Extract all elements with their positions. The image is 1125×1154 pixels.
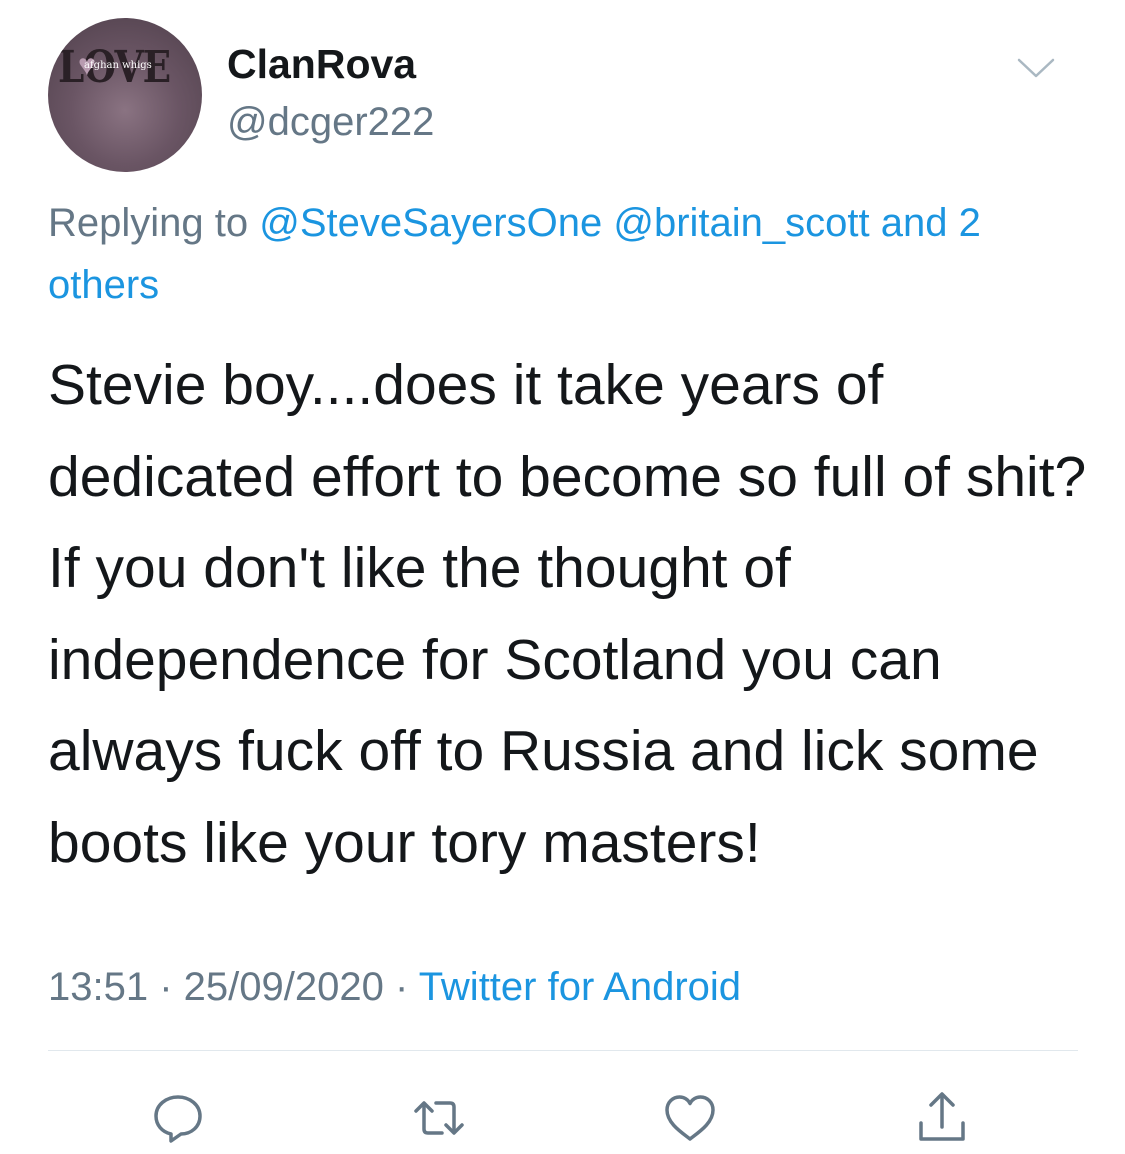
tweet-text: Stevie boy....does it take years of dedi…	[48, 353, 1087, 875]
like-button[interactable]	[660, 1088, 720, 1148]
chevron-down-icon[interactable]	[1016, 54, 1056, 84]
author-handle[interactable]: @dcger222	[227, 102, 434, 142]
reply-icon	[154, 1095, 202, 1143]
avatar-band-text: afghan whigs	[84, 60, 152, 71]
retweet-icon	[414, 1101, 464, 1135]
divider	[48, 1050, 1078, 1051]
share-button[interactable]	[912, 1088, 972, 1148]
replying-to: Replying to @SteveSayersOne @britain_sco…	[48, 192, 1088, 316]
meta-separator: ·	[383, 965, 419, 1009]
tweet-time[interactable]: 13:51	[48, 965, 148, 1009]
tweet-source-link[interactable]: Twitter for Android	[419, 965, 741, 1009]
retweet-button[interactable]	[409, 1088, 469, 1148]
meta-separator: ·	[148, 965, 184, 1009]
avatar[interactable]: LOVE ♥ afghan whigs	[48, 18, 202, 172]
mention-link[interactable]: @britain_scott	[613, 201, 869, 245]
mention-link[interactable]: @SteveSayersOne	[259, 201, 602, 245]
replying-prefix: Replying to	[48, 201, 260, 245]
author-display-name[interactable]: ClanRova	[227, 44, 416, 85]
share-icon	[919, 1092, 965, 1141]
tweet-meta: 13:51 · 25/09/2020 · Twitter for Android	[48, 960, 741, 1014]
reply-button[interactable]	[148, 1088, 208, 1148]
tweet-date[interactable]: 25/09/2020	[184, 965, 384, 1009]
heart-icon	[665, 1095, 715, 1141]
